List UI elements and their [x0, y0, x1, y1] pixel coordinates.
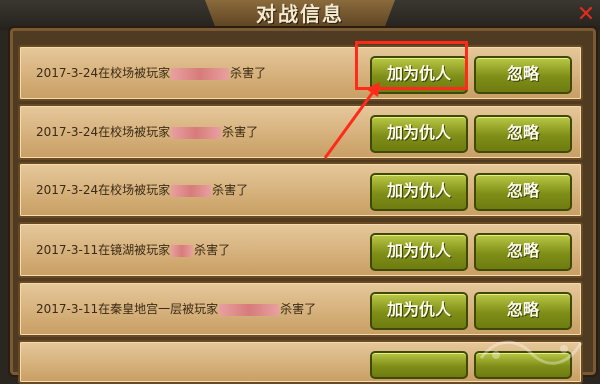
arrow-line	[323, 87, 378, 159]
arrow-head	[366, 82, 380, 97]
watermark-icon	[479, 340, 583, 365]
annotation-arrow	[323, 82, 380, 159]
